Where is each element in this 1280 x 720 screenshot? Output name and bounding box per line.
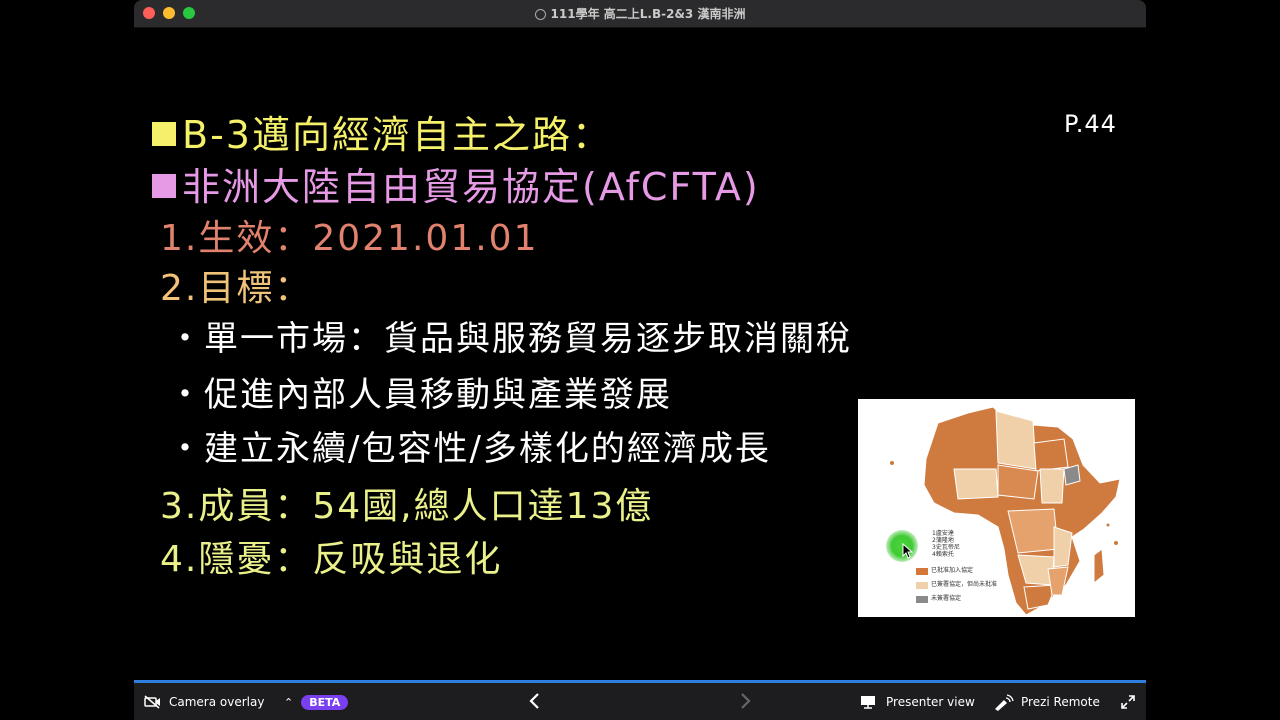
presenter-view-label: Presenter view [886,695,975,709]
remote-clicker-icon [995,694,1014,711]
expand-icon [1121,695,1135,709]
camera-overlay-control[interactable]: Camera overlay [144,695,264,709]
prezi-remote-button[interactable]: Prezi Remote [992,693,1100,711]
beta-badge: BETA [301,695,349,710]
legend-swatch-unsigned [916,595,928,603]
chevron-right-icon [741,693,751,709]
legend-swatch-signed [916,581,928,589]
bullet-square-pink [152,174,176,198]
bullet-sustainable-growth: ・建立永續/包容性/多樣化的經濟成長 [168,429,771,469]
heading-b3-text: B-3邁向經濟自主之路： [182,113,612,157]
item-effective-date: 1.生效：2021.01.01 [160,218,539,259]
presentation-window: 111學年 高二上L.B-2&3 漢南非洲 P.44 B-3邁向經濟自主之路： … [134,0,1146,720]
prezi-remote-label: Prezi Remote [1021,695,1100,709]
next-step-button[interactable] [738,692,752,710]
camera-options-toggle[interactable]: ⌃ BETA [284,695,349,710]
camera-off-icon [144,695,160,709]
page-number: P.44 [1064,110,1117,138]
map-legend: 已批准加入協定 已簽署協定，但尚未批准 未簽署協定 [916,567,997,603]
africa-afcfta-map: 1盧安達 2蒲隆地 3史瓦帝尼 4賴索托 已批准加入協定 已簽署協定，但尚未批准… [858,399,1135,617]
item-concerns: 4.隱憂：反吸與退化 [160,539,503,580]
legend-label-signed: 已簽署協定，但尚未批准 [931,581,998,588]
legend-swatch-ratified [916,567,928,575]
presenter-toolbar: Camera overlay ⌃ BETA Presenter view Pre… [134,680,1146,720]
map-number-1: 1盧安達 [932,530,954,537]
item-members: 3.成員：54國,總人口達13億 [160,486,654,527]
title-bar: 111學年 高二上L.B-2&3 漢南非洲 [134,0,1146,28]
chevron-up-icon: ⌃ [284,696,294,709]
bullet-mobility: ・促進內部人員移動與產業發展 [168,375,672,415]
prezi-icon [534,9,546,20]
heading-afcfta-text: 非洲大陸自由貿易協定(AfCFTA) [182,165,760,209]
map-number-2: 2蒲隆地 [932,537,954,544]
slide-canvas: P.44 B-3邁向經濟自主之路： 非洲大陸自由貿易協定(AfCFTA) 1.生… [134,28,1146,680]
legend-label-ratified: 已批准加入協定 [931,567,974,574]
heading-b3: B-3邁向經濟自主之路： [152,104,612,159]
bullet-single-market: ・單一市場：貨品與服務貿易逐步取消關稅 [168,319,852,359]
presenter-view-button[interactable]: Presenter view [860,695,975,709]
window-title: 111學年 高二上L.B-2&3 漢南非洲 [134,5,1146,22]
window-title-text: 111學年 高二上L.B-2&3 漢南非洲 [550,7,746,21]
bullet-square-yellow [152,122,176,146]
heading-afcfta: 非洲大陸自由貿易協定(AfCFTA) [152,156,760,211]
item-goals: 2.目標： [160,268,313,309]
chevron-left-icon [529,693,539,709]
fullscreen-button[interactable] [1120,694,1136,710]
camera-overlay-label: Camera overlay [169,695,265,709]
legend-signed: 已簽署協定，但尚未批准 [916,581,997,589]
mouse-cursor-icon [902,543,914,559]
legend-ratified: 已批准加入協定 [916,567,997,575]
legend-label-unsigned: 未簽署協定 [931,595,962,602]
map-number-4: 4賴索托 [932,551,954,558]
legend-unsigned: 未簽署協定 [916,595,997,603]
map-number-legend: 1盧安達 2蒲隆地 3史瓦帝尼 4賴索托 [932,530,960,558]
presenter-view-icon [861,696,875,709]
map-number-3: 3史瓦帝尼 [932,544,960,551]
previous-step-button[interactable] [528,692,542,710]
